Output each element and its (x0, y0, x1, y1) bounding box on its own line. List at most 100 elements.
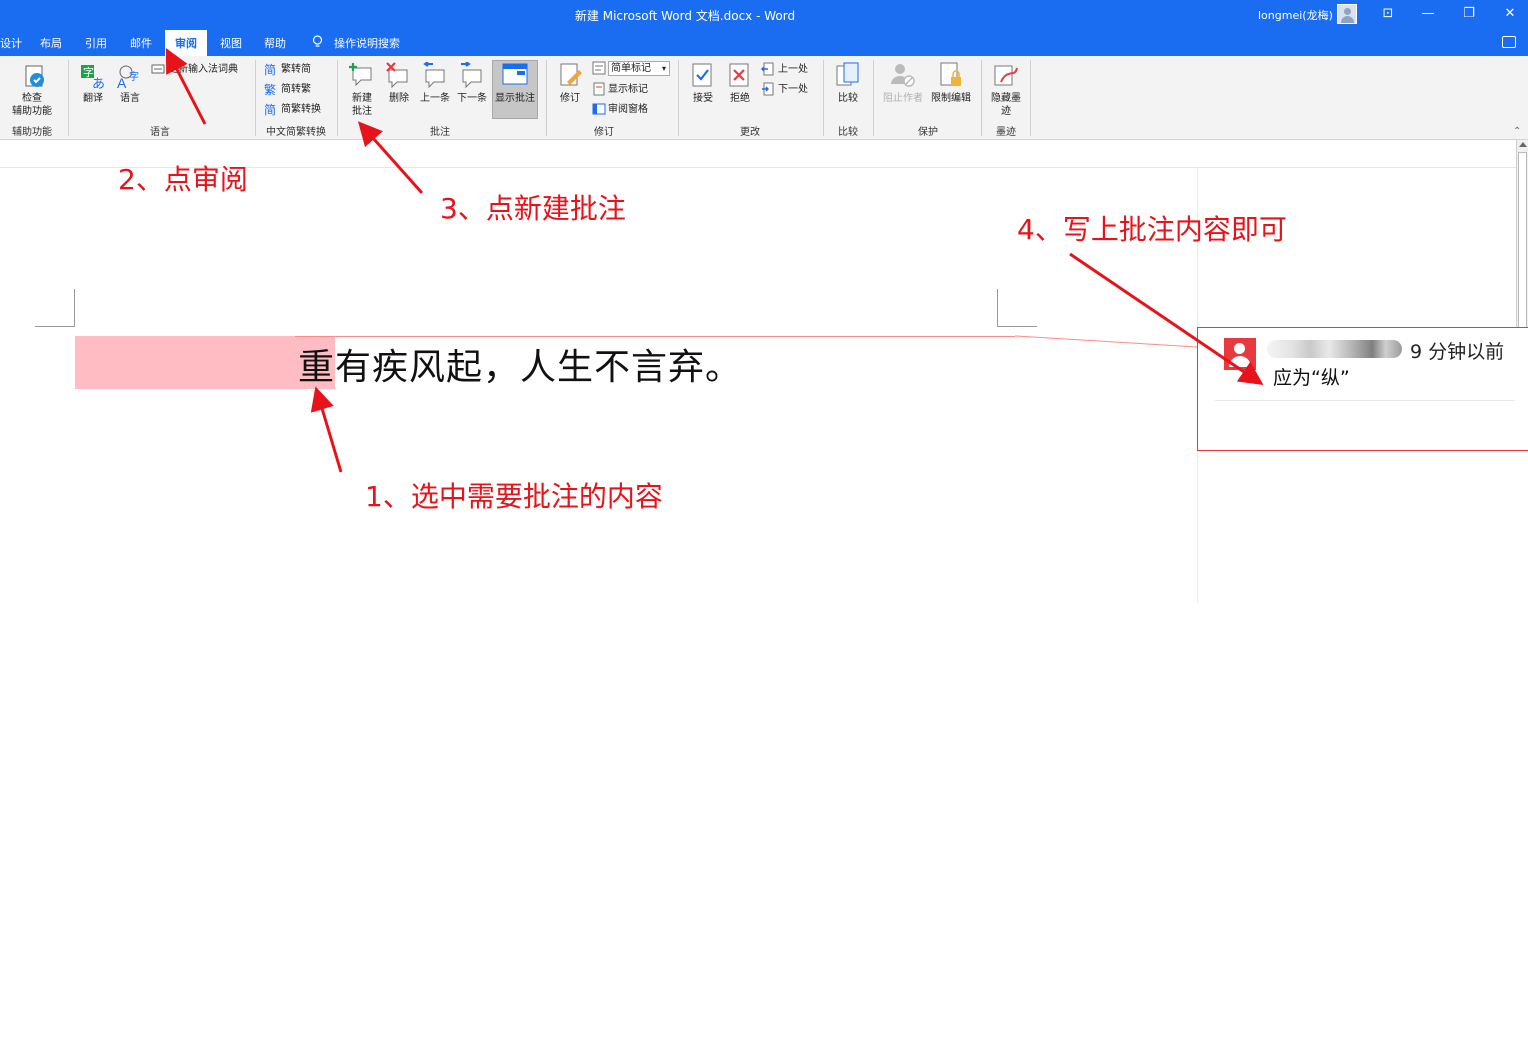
page-margin-corner-left (35, 289, 75, 327)
compare-button[interactable]: 比较 (833, 92, 863, 105)
title-bar: 新建 Microsoft Word 文档.docx - Word longmei… (0, 0, 1528, 28)
next-change-icon (761, 82, 775, 96)
page-margin-corner-right (997, 289, 1037, 327)
scroll-up-icon[interactable] (1519, 142, 1527, 147)
traditional-to-simplified-button[interactable]: 繁转简 (281, 63, 311, 76)
close-button[interactable]: ✕ (1497, 4, 1523, 24)
accessibility-check-icon (22, 64, 48, 90)
group-separator (1030, 60, 1031, 136)
comment-author-name-blurred (1267, 340, 1402, 358)
markup-icon (592, 61, 606, 75)
comment-author-avatar-icon (1224, 338, 1256, 370)
update-ime-dictionary-button[interactable]: 更新输入法词典 (168, 63, 238, 76)
group-label-protect: 保护 (918, 127, 938, 138)
previous-change-icon (761, 62, 775, 76)
previous-comment-button[interactable]: 上一条 (418, 92, 452, 105)
group-label-comments: 批注 (430, 127, 450, 138)
svg-text:あ: あ (92, 76, 105, 90)
simplified-to-traditional-icon: 繁 (264, 82, 278, 96)
delete-comment-icon (385, 62, 411, 88)
selected-text-highlight[interactable] (75, 336, 335, 389)
group-label-ink: 墨迹 (996, 127, 1016, 138)
reject-button[interactable]: 拒绝 (725, 92, 755, 105)
svg-text:简: 简 (264, 103, 276, 116)
delete-comment-button[interactable]: 删除 (384, 92, 414, 105)
previous-change-button[interactable]: 上一处 (778, 63, 808, 76)
accept-icon (690, 62, 716, 88)
block-authors-icon (890, 62, 916, 88)
word-window: 新建 Microsoft Word 文档.docx - Word longmei… (0, 0, 1528, 1050)
language-button[interactable]: 语言 (113, 92, 147, 105)
show-markup-icon (592, 82, 606, 96)
previous-comment-icon (422, 62, 448, 88)
tab-design[interactable]: 设计 (0, 35, 22, 51)
translate-button[interactable]: 翻译 (76, 92, 110, 105)
group-separator (823, 60, 824, 136)
new-comment-label-1: 新建 (352, 93, 372, 104)
tab-review[interactable]: 审阅 (165, 30, 207, 56)
group-separator (68, 60, 69, 136)
next-comment-icon (459, 62, 485, 88)
collapse-ribbon-icon[interactable]: ⌃ (1513, 126, 1521, 137)
accept-button[interactable]: 接受 (688, 92, 718, 105)
track-changes-button[interactable]: 修订 (555, 92, 585, 105)
svg-text:A: A (117, 75, 127, 90)
minimize-button[interactable]: — (1415, 4, 1441, 24)
group-separator (255, 60, 256, 136)
comment-text[interactable]: 应为“纵” (1273, 363, 1350, 390)
group-label-accessibility: 辅助功能 (12, 127, 52, 138)
reviewing-pane-button[interactable]: 审阅窗格 (608, 103, 648, 116)
hide-ink-label-1: 隐藏墨 (991, 93, 1021, 104)
translate-icon: 字あ (80, 64, 106, 90)
block-authors-button: 阻止作者 (883, 93, 923, 104)
simplified-to-traditional-button[interactable]: 简转繁 (281, 83, 311, 96)
tell-me-search[interactable]: 操作说明搜索 (334, 35, 400, 51)
svg-text:简: 简 (264, 63, 276, 76)
tab-help[interactable]: 帮助 (264, 35, 286, 51)
comment-connector-line (295, 336, 1015, 337)
new-comment-button[interactable]: 新建 批注 (346, 92, 378, 118)
annotation-step-4: 4、写上批注内容即可 (1017, 213, 1287, 246)
restrict-editing-button[interactable]: 限制编辑 (927, 92, 975, 105)
new-comment-label-2: 批注 (352, 106, 372, 117)
convert-chinese-button[interactable]: 简繁转换 (281, 103, 321, 116)
check-accessibility-label-1: 检查 (22, 93, 42, 104)
group-label-changes: 更改 (740, 127, 760, 138)
comments-pane-icon[interactable] (1502, 36, 1516, 48)
arrow-to-selection (310, 386, 343, 473)
markup-dropdown[interactable]: 简单标记 ▾ (608, 61, 670, 76)
hide-ink-icon (993, 62, 1019, 88)
user-avatar-icon[interactable] (1337, 4, 1357, 24)
reject-icon (727, 62, 753, 88)
hide-ink-label-2: 迹 (1001, 106, 1011, 117)
tab-references[interactable]: 引用 (85, 35, 107, 51)
show-markup-button[interactable]: 显示标记 (608, 83, 648, 96)
group-separator (873, 60, 874, 136)
check-accessibility-label-2: 辅助功能 (12, 106, 52, 117)
ribbon-display-options-button[interactable]: ⊡ (1375, 4, 1401, 24)
tab-mailings[interactable]: 邮件 (130, 35, 152, 51)
group-label-language: 语言 (150, 127, 170, 138)
document-paragraph[interactable]: 重有疾风起，人生不言弃。 (298, 338, 742, 390)
lightbulb-icon (312, 35, 323, 47)
traditional-to-simplified-icon: 简 (264, 62, 278, 76)
annotation-step-1: 1、选中需要批注的内容 (365, 480, 663, 513)
tab-layout[interactable]: 布局 (40, 35, 62, 51)
chevron-down-icon: ▾ (661, 64, 666, 73)
group-separator (981, 60, 982, 136)
window-title: 新建 Microsoft Word 文档.docx - Word (574, 9, 796, 23)
svg-text:繁: 繁 (264, 82, 276, 96)
show-comments-button[interactable]: 显示批注 (492, 92, 538, 105)
next-change-button[interactable]: 下一处 (778, 83, 808, 96)
annotation-step-2: 2、点审阅 (118, 163, 248, 196)
user-name[interactable]: longmei(龙梅) (1258, 7, 1333, 23)
reviewing-pane-icon (592, 102, 606, 116)
next-comment-button[interactable]: 下一条 (455, 92, 489, 105)
ribbon-tab-bar: 设计 布局 引用 邮件 审阅 视图 帮助 操作说明搜索 (0, 28, 1528, 56)
tab-view[interactable]: 视图 (220, 35, 242, 51)
new-comment-icon (349, 62, 375, 88)
hide-ink-button[interactable]: 隐藏墨 迹 (987, 92, 1025, 118)
group-separator (337, 60, 338, 136)
check-accessibility-button[interactable]: 检查 辅助功能 (4, 92, 60, 118)
restore-button[interactable]: ❐ (1456, 4, 1482, 24)
